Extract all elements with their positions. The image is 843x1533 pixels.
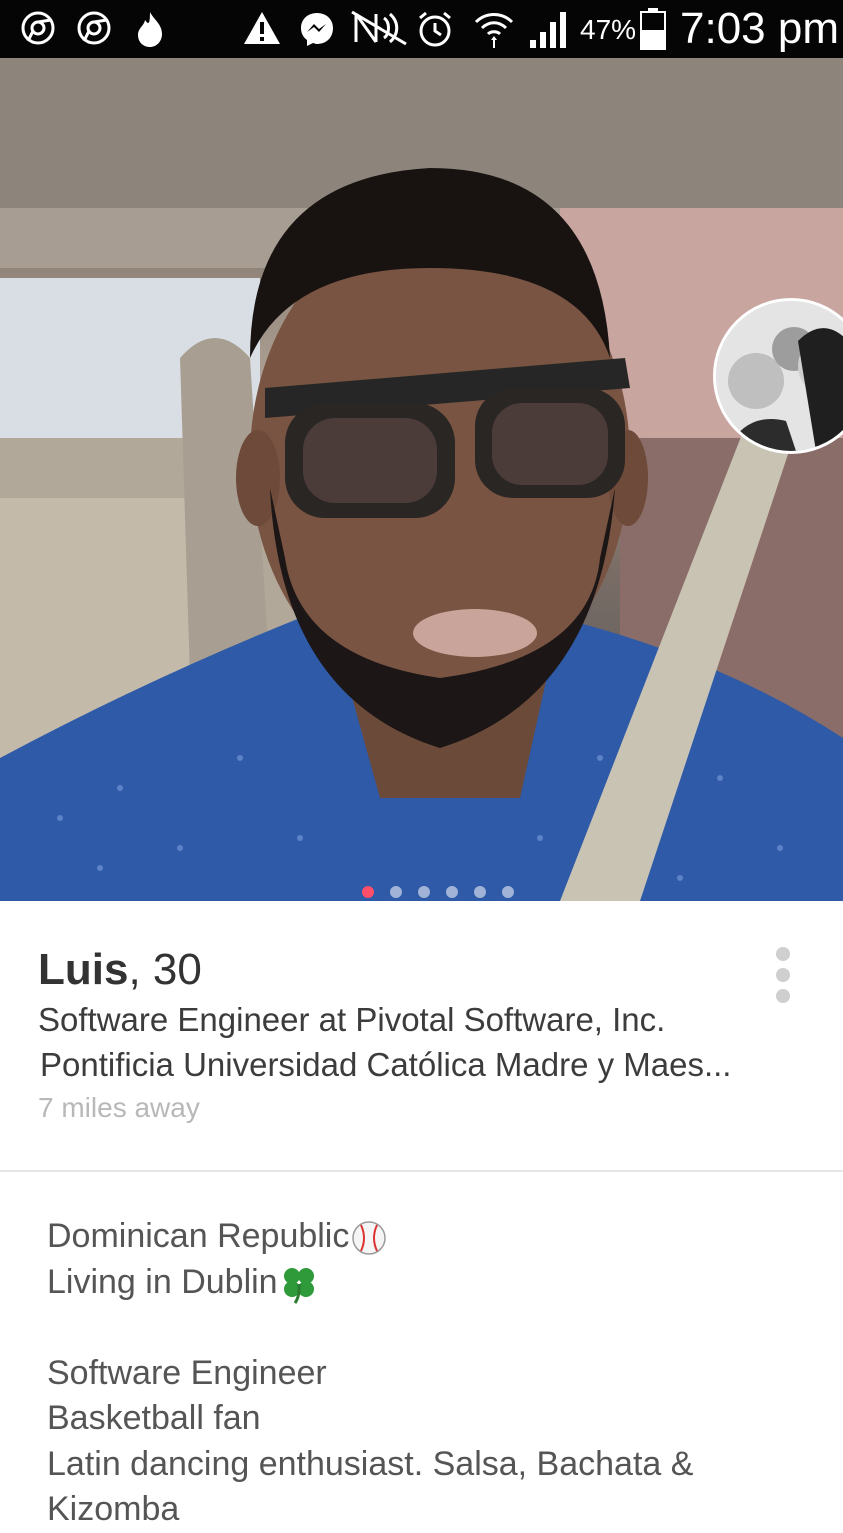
chrome-icon [77, 11, 111, 45]
profile-name: Luis [38, 945, 129, 994]
profile-age: , 30 [128, 945, 202, 994]
bio-line: Dominican Republic [47, 1214, 827, 1260]
avatar-illustration [716, 301, 843, 451]
shared-connection-avatar[interactable] [713, 298, 843, 454]
wifi-icon [474, 13, 514, 48]
chrome-icon [21, 11, 55, 45]
nfc-off-icon [351, 10, 407, 46]
bio-text: Living in Dublin [47, 1262, 278, 1301]
signal-icon [530, 12, 566, 48]
alarm-icon [419, 11, 451, 47]
battery-percent: 47% [580, 14, 637, 45]
profile-job: Software Engineer at Pivotal Software, I… [38, 1001, 666, 1038]
profile-info: Luis, 30 Software Engineer at Pivotal So… [0, 901, 843, 1171]
bio-line [47, 1305, 827, 1351]
photo-illustration [0, 58, 843, 901]
more-options-icon[interactable] [770, 947, 798, 1005]
profile-bio: Dominican Republic Living in Dublin Soft… [47, 1214, 827, 1533]
four-leaf-clover-icon [283, 1267, 314, 1304]
status-bar: 47% 7:03 pm [0, 0, 843, 58]
profile-photo[interactable] [0, 58, 843, 901]
page-dot[interactable] [418, 886, 430, 898]
bio-line: Software Engineer [47, 1353, 327, 1392]
divider [0, 1170, 843, 1172]
page-dot[interactable] [474, 886, 486, 898]
bio-line: Latin dancing enthusiast. Salsa, Bachata… [47, 1444, 694, 1483]
name-age-heading: Luis, 30 [38, 945, 202, 995]
baseball-icon [352, 1221, 387, 1255]
clock: 7:03 pm [680, 4, 839, 53]
messenger-icon [301, 13, 333, 46]
profile-distance: 7 miles away [38, 1092, 200, 1123]
bio-line: Living in Dublin [47, 1260, 827, 1306]
page-dot[interactable] [502, 886, 514, 898]
page-dot[interactable] [446, 886, 458, 898]
battery-icon [640, 8, 666, 50]
tinder-flame-icon [138, 12, 162, 47]
bio-text: Dominican Republic [47, 1217, 350, 1255]
bio-line: Kizomba [47, 1490, 180, 1528]
bio-line: Basketball fan [47, 1399, 261, 1437]
profile-school: Pontificia Universidad Católica Madre y … [40, 1046, 732, 1083]
page-dot-active[interactable] [362, 886, 374, 898]
page-dot[interactable] [390, 886, 402, 898]
warning-icon [244, 12, 280, 44]
